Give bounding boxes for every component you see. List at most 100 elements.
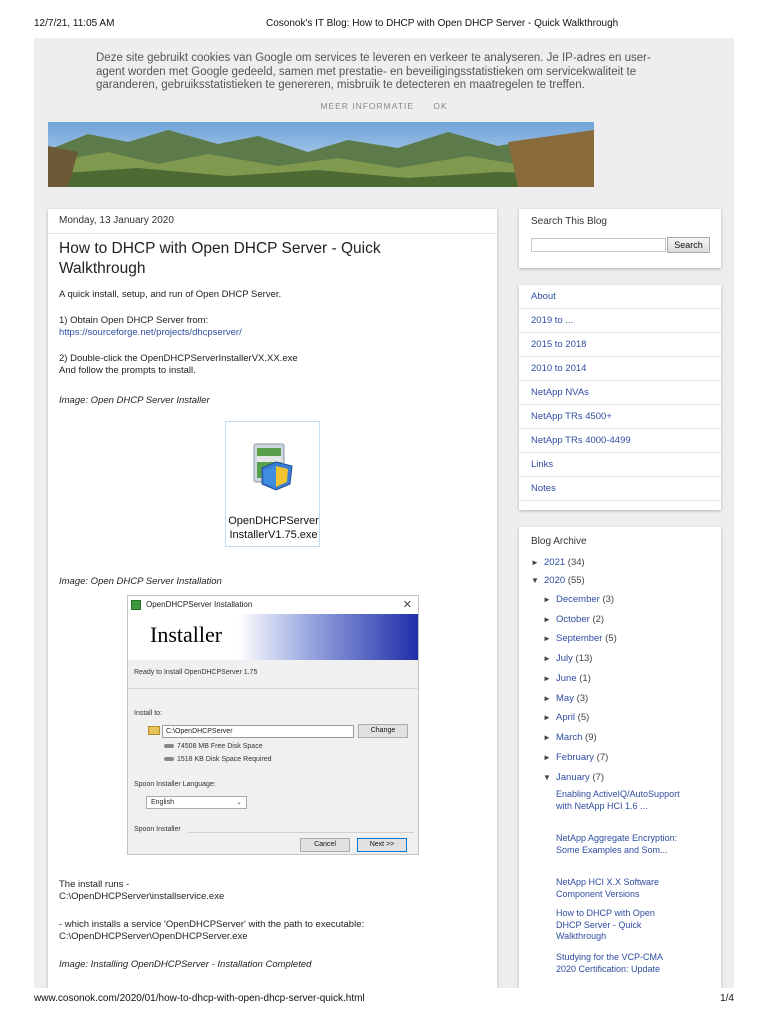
blog-page: Deze site gebruikt cookies van Google om… — [34, 38, 734, 988]
installer-banner: Installer — [128, 614, 418, 660]
disk-icon — [164, 757, 174, 762]
post-title[interactable]: How to DHCP with Open DHCP Server - Quic… — [59, 239, 459, 279]
archive-month-label: June — [556, 673, 577, 684]
installer-file-image[interactable]: OpenDHCPServer InstallerV1.75.exe — [225, 421, 320, 547]
installer-brand-divider — [188, 832, 414, 833]
collapse-arrow-icon: ▼ — [531, 576, 539, 585]
archive-month-label: May — [556, 693, 574, 704]
expand-arrow-icon: ► — [543, 694, 551, 703]
archive-post-link[interactable]: NetApp Aggregate Encryption: Some Exampl… — [556, 833, 681, 856]
archive-post-link[interactable]: Studying for the VCP-CMA 2020 Certificat… — [556, 952, 681, 975]
archive-year-count: (34) — [567, 557, 585, 568]
search-input[interactable] — [531, 238, 666, 252]
pages-link-2015-2018[interactable]: 2015 to 2018 — [519, 333, 721, 357]
installer-window-screenshot: OpenDHCPServer Installation ✕ Installer … — [127, 595, 419, 855]
language-select[interactable]: English ⌄ — [146, 796, 247, 809]
archive-month-april[interactable]: ► April (5) — [543, 712, 589, 724]
change-path-button[interactable]: Change — [358, 724, 408, 738]
pages-link-notes[interactable]: Notes — [519, 477, 721, 501]
archive-month-october[interactable]: ► October (2) — [543, 614, 604, 626]
search-widget: Search This Blog Search — [519, 209, 721, 268]
archive-month-count: (13) — [575, 653, 593, 664]
install-runs-text: The install runs - — [59, 879, 130, 890]
archive-month-count: (3) — [576, 693, 589, 704]
caption-installation-completed: Image: Installing OpenDHCPServer - Insta… — [59, 959, 312, 970]
installer-banner-title: Installer — [150, 622, 223, 647]
close-icon[interactable]: ✕ — [403, 596, 412, 614]
archive-month-march[interactable]: ► March (9) — [543, 732, 597, 744]
pages-link-2019[interactable]: 2019 to ... — [519, 309, 721, 333]
archive-month-label: July — [556, 653, 573, 664]
archive-month-february[interactable]: ► February (7) — [543, 752, 608, 764]
service-path: C:\OpenDHCPServer\OpenDHCPServer.exe — [59, 931, 248, 942]
archive-year-2020[interactable]: ▼ 2020 (55) — [531, 575, 585, 587]
install-runs-path: C:\OpenDHCPServer\installservice.exe — [59, 891, 225, 902]
archive-month-label: September — [556, 633, 603, 644]
pages-link-2010-2014[interactable]: 2010 to 2014 — [519, 357, 721, 381]
archive-year-2021[interactable]: ► 2021 (34) — [531, 557, 585, 569]
search-widget-title: Search This Blog — [531, 216, 607, 227]
post-divider — [48, 233, 497, 234]
free-space-row: 74508 MB Free Disk Space — [164, 743, 263, 750]
blog-post: Monday, 13 January 2020 How to DHCP with… — [48, 209, 497, 988]
cookie-notice-text: Deze site gebruikt cookies van Google om… — [96, 52, 651, 91]
cancel-button[interactable]: Cancel — [300, 838, 350, 852]
installer-file-caption: OpenDHCPServer InstallerV1.75.exe — [226, 514, 321, 542]
print-page-title: Cosonok's IT Blog: How to DHCP with Open… — [266, 18, 619, 29]
expand-arrow-icon: ► — [543, 615, 551, 624]
archive-month-count: (3) — [602, 594, 615, 605]
archive-month-label: January — [556, 772, 590, 783]
expand-arrow-icon: ► — [543, 634, 551, 643]
archive-month-january[interactable]: ▼ January (7) — [543, 772, 604, 784]
print-page-number: 1/4 — [720, 993, 734, 1004]
search-button[interactable]: Search — [667, 237, 710, 253]
install-path-field[interactable]: C:\OpenDHCPServer — [162, 725, 354, 738]
archive-post-link[interactable]: Enabling ActiveIQ/AutoSupport with NetAp… — [556, 789, 681, 812]
archive-month-label: October — [556, 614, 590, 625]
free-space-text: 74508 MB Free Disk Space — [177, 743, 263, 750]
archive-post-link[interactable]: NetApp HCI X.X Software Component Versio… — [556, 877, 681, 900]
post-step2-line2: And follow the prompts to install. — [59, 365, 196, 376]
pages-widget: About 2019 to ... 2015 to 2018 2010 to 2… — [519, 285, 721, 510]
installer-ready-text: Ready to Install OpenDHCPServer 1.75 — [134, 669, 258, 676]
expand-arrow-icon: ► — [531, 558, 539, 567]
caption-installation: Image: Open DHCP Server Installation — [59, 576, 222, 587]
cookie-more-info-link[interactable]: MEER INFORMATIE — [320, 101, 414, 111]
installer-package-icon — [253, 443, 293, 491]
sourceforge-link[interactable]: https://sourceforge.net/projects/dhcpser… — [59, 327, 242, 338]
installer-window-title: OpenDHCPServer Installation — [146, 600, 253, 609]
pages-link-about[interactable]: About — [519, 285, 721, 309]
archive-month-december[interactable]: ► December (3) — [543, 594, 614, 606]
installer-app-icon — [131, 600, 141, 610]
cookie-ok-button[interactable]: OK — [433, 101, 447, 111]
installer-brand: Spoon Installer — [134, 826, 181, 833]
language-select-value: English — [151, 799, 174, 806]
disk-icon — [164, 744, 174, 749]
archive-month-label: February — [556, 752, 595, 763]
archive-month-july[interactable]: ► July (13) — [543, 653, 592, 665]
installer-file-name-line2: InstallerV1.75.exe — [229, 529, 318, 541]
pages-link-netapp-trs-4000[interactable]: NetApp TRs 4000-4499 — [519, 429, 721, 453]
archive-post-link[interactable]: How to DHCP with Open DHCP Server - Quic… — [556, 908, 681, 943]
service-text: - which installs a service 'OpenDHCPServ… — [59, 919, 365, 930]
chevron-down-icon: ⌄ — [236, 799, 242, 806]
folder-icon — [148, 726, 160, 735]
pages-link-netapp-nvas[interactable]: NetApp NVAs — [519, 381, 721, 405]
archive-month-may[interactable]: ► May (3) — [543, 693, 588, 705]
pages-link-netapp-trs-4500[interactable]: NetApp TRs 4500+ — [519, 405, 721, 429]
post-step2-line1: 2) Double-click the OpenDHCPServerInstal… — [59, 353, 298, 364]
archive-month-label: March — [556, 732, 583, 743]
archive-month-count: (1) — [579, 673, 591, 684]
archive-year-count: (55) — [567, 575, 585, 586]
expand-arrow-icon: ► — [543, 713, 551, 722]
next-button[interactable]: Next >> — [357, 838, 407, 852]
archive-month-count: (7) — [596, 752, 609, 763]
post-intro: A quick install, setup, and run of Open … — [59, 289, 282, 300]
print-header: 12/7/21, 11:05 AM Cosonok's IT Blog: How… — [34, 18, 734, 32]
archive-month-september[interactable]: ► September (5) — [543, 633, 617, 645]
archive-month-count: (2) — [592, 614, 605, 625]
pages-link-links[interactable]: Links — [519, 453, 721, 477]
installer-divider — [128, 688, 418, 689]
archive-month-june[interactable]: ► June (1) — [543, 673, 591, 685]
print-url: www.cosonok.com/2020/01/how-to-dhcp-with… — [34, 993, 365, 1004]
